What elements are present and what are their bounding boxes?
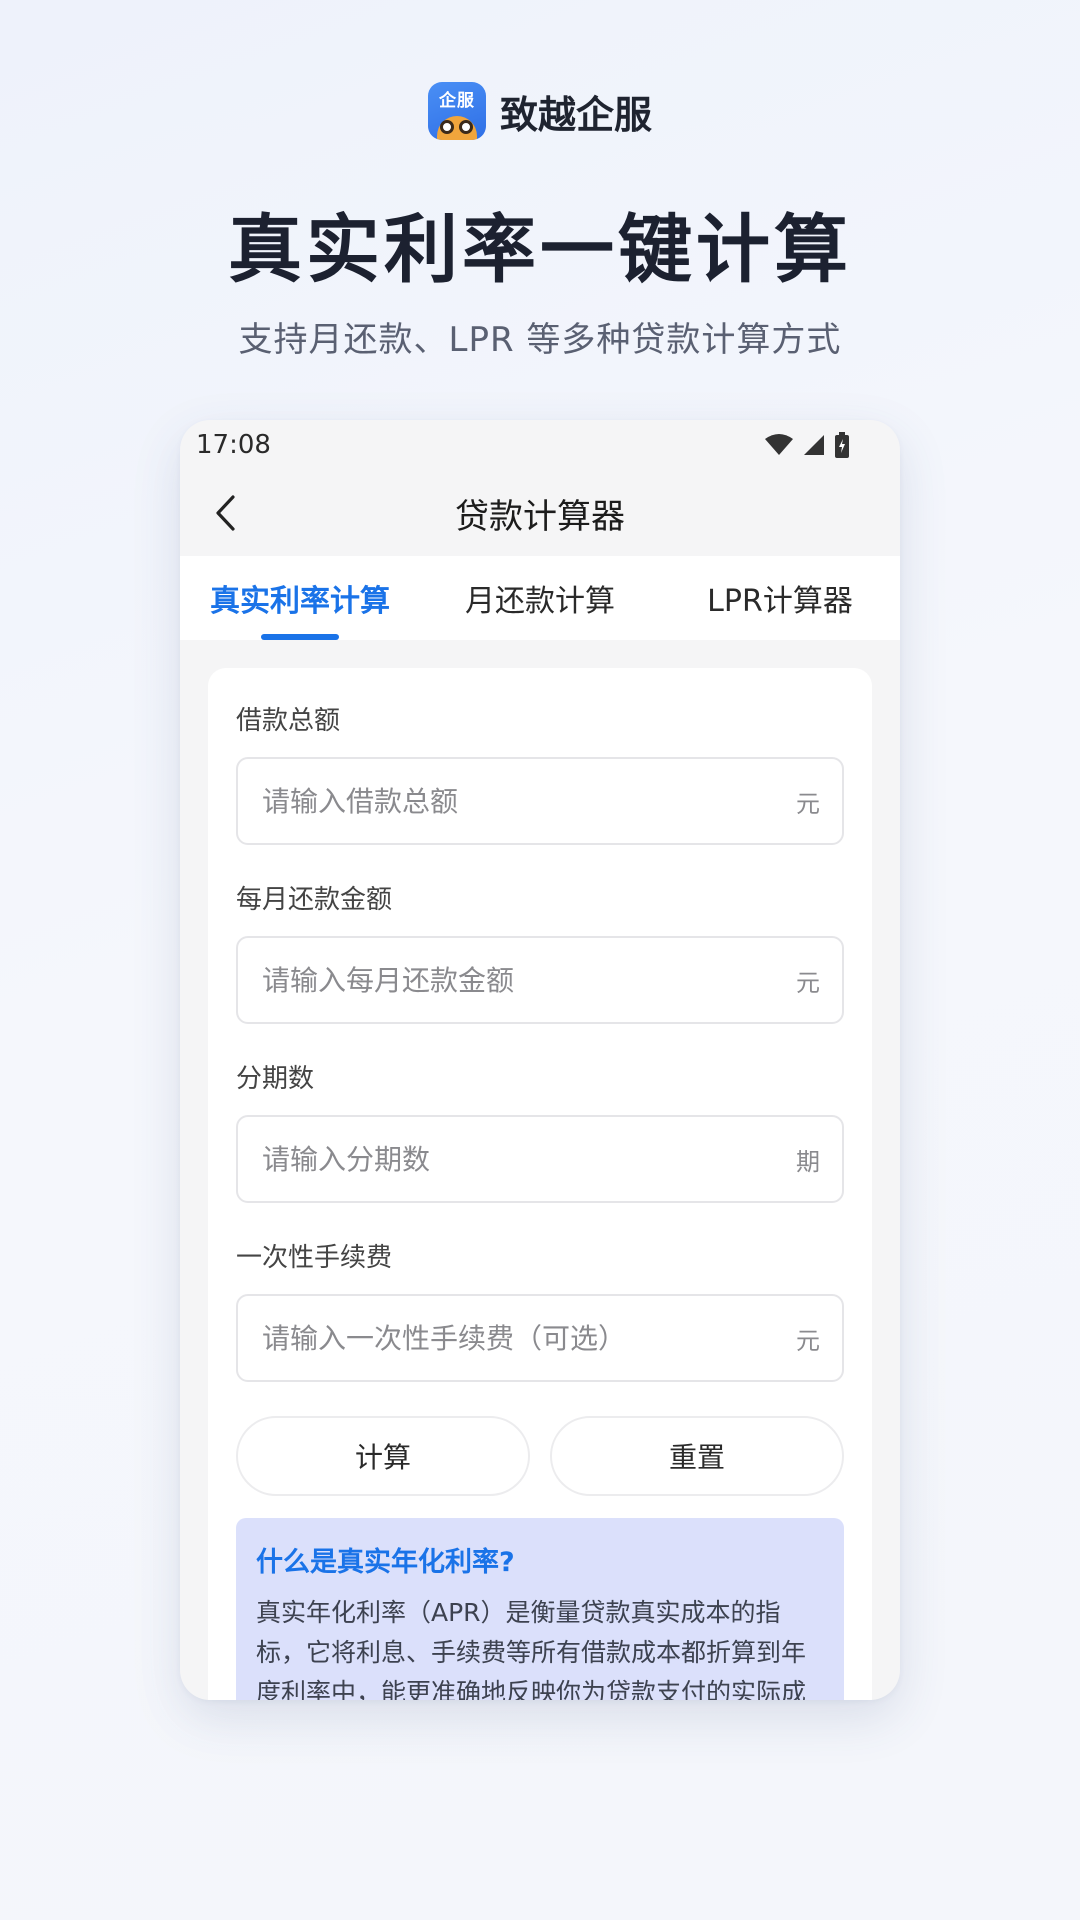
back-button[interactable] (202, 490, 248, 536)
battery-icon (835, 432, 849, 458)
loan-amount-label: 借款总额 (236, 706, 341, 736)
one-time-fee-unit: 元 (796, 1326, 820, 1355)
tab-lpr-calculator[interactable]: LPR计算器 (660, 556, 900, 640)
one-time-fee-input[interactable] (262, 1321, 784, 1355)
apr-info-body: 真实年化利率（APR）是衡量贷款真实成本的指标，它将利息、手续费等所有借款成本都… (256, 1598, 807, 1700)
one-time-fee-label: 一次性手续费 (236, 1243, 393, 1273)
loan-amount-unit: 元 (796, 789, 820, 818)
monthly-payment-label: 每月还款金额 (236, 885, 393, 915)
status-time: 17:08 (196, 430, 271, 460)
brand: 企服 致越企服 (0, 82, 1080, 140)
signal-icon (804, 435, 824, 455)
installments-unit: 期 (796, 1147, 820, 1176)
monthly-payment-input[interactable] (262, 963, 784, 997)
action-buttons: 计算 重置 (236, 1416, 844, 1496)
promo-headline: 真实利率一键计算 (228, 207, 852, 293)
content-area: 借款总额 元 每月还款金额 元 分期数 期 一次性手续费 元 计算 (180, 640, 900, 1700)
apr-info-box: 什么是真实年化利率? 真实年化利率（APR）是衡量贷款真实成本的指标，它将利息、… (236, 1518, 844, 1700)
monthly-payment-unit: 元 (796, 968, 820, 997)
tab-real-rate[interactable]: 真实利率计算 (180, 556, 420, 640)
reset-button[interactable]: 重置 (550, 1416, 844, 1496)
tab-monthly-payment[interactable]: 月还款计算 (420, 556, 660, 640)
promo-subline: 支持月还款、LPR 等多种贷款计算方式 (238, 320, 842, 360)
phone-screen: 17:08 贷款计算器 真实利率计算 月还款计算 LPR计算器 借款总额 请输入… (180, 420, 900, 1700)
installments-input[interactable] (262, 1142, 784, 1176)
one-time-fee-field-box: 元 (236, 1294, 844, 1382)
loan-amount-input[interactable] (262, 784, 784, 818)
wifi-icon (765, 434, 793, 455)
page-title: 贷款计算器 (455, 496, 625, 537)
calculator-card: 借款总额 元 每月还款金额 元 分期数 期 一次性手续费 元 计算 (208, 668, 872, 1700)
tab-bar: 真实利率计算 月还款计算 LPR计算器 (180, 556, 900, 640)
navbar: 贷款计算器 (180, 470, 900, 556)
monthly-payment-field-box: 元 (236, 936, 844, 1024)
app-logo-icon: 企服 (427, 82, 486, 140)
brand-name: 致越企服 (499, 92, 652, 137)
calculate-button[interactable]: 计算 (236, 1416, 530, 1496)
status-bar: 17:08 (180, 420, 900, 470)
loan-amount-field-box: 元 (236, 757, 844, 845)
apr-info-title: 什么是真实年化利率? (256, 1547, 515, 1578)
installments-label: 分期数 (236, 1064, 315, 1094)
installments-field-box: 期 (236, 1115, 844, 1203)
chevron-left-icon (216, 495, 235, 531)
app-logo-text: 企服 (438, 91, 475, 111)
